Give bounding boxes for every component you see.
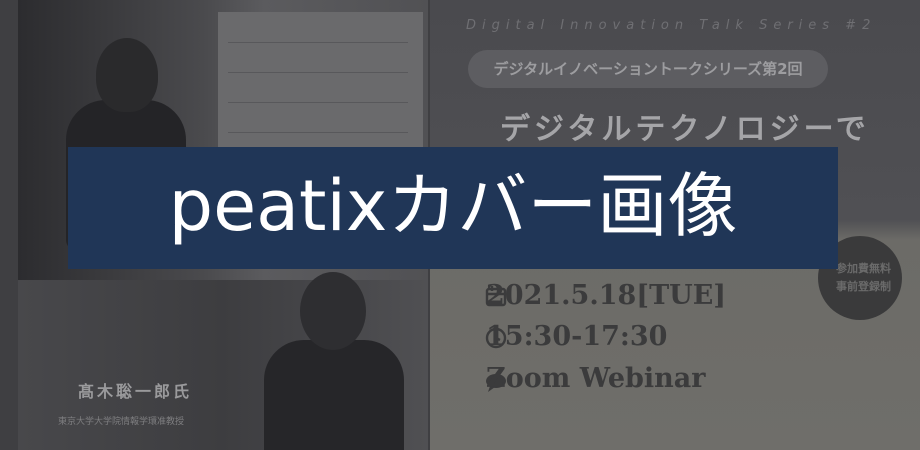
event-date: 2021.5.18[TUE] [486,280,727,311]
decorative-title: Digital Innovation Talk Series #2 [466,18,877,33]
speaker-name: 髙木聡一郎氏 [78,382,193,401]
speaker-affiliation: 東京大学大学院情報学環准教授 [58,417,185,427]
cover-image: 髙木聡一郎氏 東京大学大学院情報学環准教授 Digital Innovation… [0,0,920,450]
cover-label-text: peatixカバー画像 [168,165,738,247]
speaker-2-silhouette [264,340,404,450]
series-pill: デジタルイノベーショントークシリーズ第2回 [468,50,828,88]
event-venue: Zoom Webinar [486,363,706,394]
event-title: デジタルテクノロジーで [500,112,870,147]
speaker-2-head [300,272,366,350]
cover-label-box: peatixカバー画像 [68,147,838,269]
badge-line-1: 参加費無料 [836,262,891,275]
series-text: デジタルイノベーショントークシリーズ第2回 [493,60,803,78]
speaker-1-head [96,38,158,112]
badge-line-2: 事前登録制 [836,280,891,293]
event-time: 15:30-17:30 [486,321,668,352]
